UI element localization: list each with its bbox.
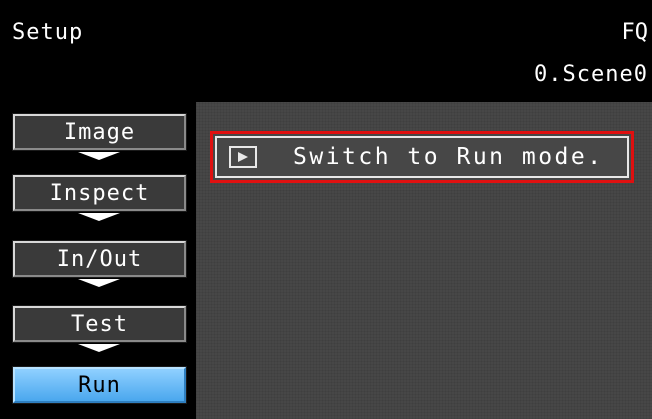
sidebar-item-run[interactable]: Run <box>12 366 187 404</box>
mode-title: Setup <box>12 20 84 45</box>
flow-arrow-down-icon <box>78 344 120 352</box>
sidebar-item-inspect[interactable]: Inspect <box>12 174 187 212</box>
flow-arrow-down-icon <box>78 213 120 221</box>
flow-arrow-down-icon <box>78 152 120 160</box>
sidebar-item-test[interactable]: Test <box>12 305 187 343</box>
main-panel: Switch to Run mode. <box>196 102 652 419</box>
run-switch-frame: Switch to Run mode. <box>215 136 629 178</box>
scene-name: 0.Scene0 <box>534 62 648 87</box>
run-switch-label: Switch to Run mode. <box>293 144 604 170</box>
sidebar-item-image[interactable]: Image <box>12 113 187 151</box>
sidebar-item-in-out[interactable]: In/Out <box>12 240 187 278</box>
header-bar: Setup FQ 0.Scene0 <box>0 0 652 102</box>
sidebar: Image Inspect In/Out Test Run <box>0 102 196 419</box>
device-name: FQ <box>621 20 649 45</box>
play-icon <box>229 146 257 168</box>
switch-to-run-mode-button[interactable]: Switch to Run mode. <box>210 131 634 183</box>
flow-arrow-down-icon <box>78 279 120 287</box>
